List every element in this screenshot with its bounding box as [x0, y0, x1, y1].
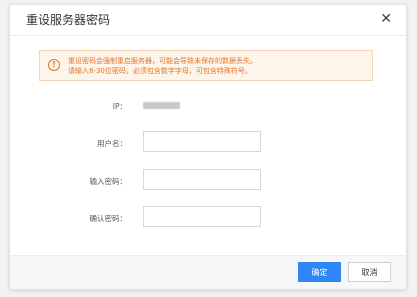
ip-label: IP：: [112, 102, 127, 111]
warning-line-2: 请输入8-30位密码，必须包含数字字母，可包含特殊符号。: [68, 67, 252, 75]
username-input[interactable]: [143, 131, 261, 152]
warning-line-1: 重设密码会强制重启服务器，可能会导致未保存的数据丢失。: [68, 57, 257, 65]
dialog-title: 重设服务器密码: [26, 13, 111, 27]
reset-password-dialog: 重设服务器密码 ✕ ! 重设密码会强制重启服务器，可能会导致未保存的数据丢失。 …: [9, 4, 407, 290]
warning-text: 重设密码会强制重启服务器，可能会导致未保存的数据丢失。 请输入8-30位密码，必…: [68, 56, 368, 76]
close-icon[interactable]: ✕: [380, 12, 392, 26]
warning-icon: !: [48, 59, 60, 71]
username-label: 用户名：: [97, 139, 127, 148]
confirm-button[interactable]: 确定: [298, 262, 341, 282]
dialog-footer: 确定 取消: [10, 255, 406, 289]
ip-value-redacted: [143, 102, 180, 109]
cancel-button[interactable]: 取消: [348, 262, 391, 282]
confirm-password-input[interactable]: [143, 206, 261, 227]
password-label: 输入密码：: [89, 177, 128, 186]
warning-alert: ! 重设密码会强制重启服务器，可能会导致未保存的数据丢失。 请输入8-30位密码…: [39, 50, 373, 81]
password-input[interactable]: [143, 169, 261, 190]
dialog-header: 重设服务器密码 ✕: [10, 5, 406, 36]
confirm-password-label: 确认密码：: [89, 214, 128, 223]
